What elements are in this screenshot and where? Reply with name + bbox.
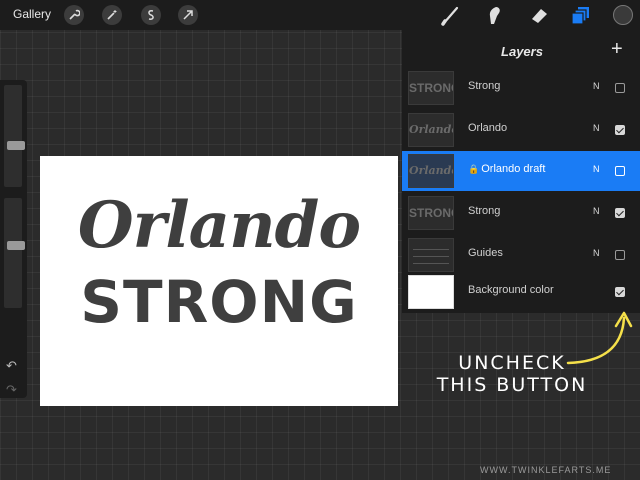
watermark: WWW.TWINKLEFARTS.ME: [480, 465, 612, 475]
annotation-text: UNCHECK THIS BUTTON: [436, 352, 588, 396]
annotation-arrow: [566, 311, 633, 365]
